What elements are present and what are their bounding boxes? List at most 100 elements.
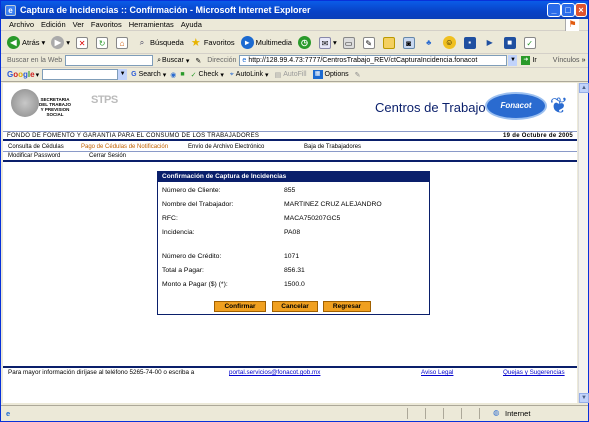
research-button[interactable]: ◙: [402, 36, 417, 49]
mexican-seal-icon: [11, 89, 39, 117]
title-bar: e Captura de Incidencias :: Confirmación…: [1, 1, 588, 19]
address-label: Dirección: [207, 57, 237, 64]
nav-cerrar-sesion[interactable]: Cerrar Sesión: [89, 152, 126, 161]
refresh-button[interactable]: ↻: [96, 36, 110, 49]
scroll-up-icon[interactable]: ▲: [579, 83, 589, 93]
menu-herramientas[interactable]: Herramientas: [129, 20, 174, 29]
menu-favoritos[interactable]: Favoritos: [91, 20, 122, 29]
search-extras-icon[interactable]: ✎: [195, 57, 201, 65]
edit-icon: ✎: [362, 36, 375, 49]
google-menu-icon[interactable]: ▾: [36, 71, 40, 79]
stop-square-icon: ■: [503, 36, 516, 49]
value-numero-cliente: 855: [284, 187, 296, 194]
multimedia-button[interactable]: ▸ Multimedia: [240, 36, 292, 49]
extra-button-2[interactable]: ▶: [484, 37, 498, 49]
go-arrow-icon: ➜: [521, 56, 531, 65]
windows-logo-icon: ⚑: [565, 19, 579, 31]
folder-button[interactable]: [382, 36, 397, 49]
label-incidencia: Incidencia:: [162, 229, 195, 236]
cancel-button[interactable]: Cancelar: [272, 301, 318, 312]
url-dropdown-icon[interactable]: ▼: [508, 55, 518, 66]
messenger-icon: ♣: [426, 37, 432, 47]
magnifier-icon: ⌕: [139, 37, 145, 47]
label-numero-cliente: Número de Cliente:: [162, 187, 221, 194]
links-button[interactable]: Vínculos: [553, 57, 580, 64]
back-button-form[interactable]: Regresar: [323, 301, 371, 312]
forward-arrow-icon: ▶: [51, 36, 65, 49]
notes-button[interactable]: ✓: [523, 36, 538, 49]
minimize-button[interactable]: _: [547, 3, 561, 17]
footer-email-link[interactable]: portal.servicios@fonacot.gob.mx: [229, 368, 320, 378]
web-search-input[interactable]: [65, 55, 154, 66]
check-note-icon: ✓: [523, 36, 536, 49]
footer-legal-link[interactable]: Aviso Legal: [421, 368, 453, 378]
extra-button-1[interactable]: ▪: [463, 36, 478, 49]
vertical-scrollbar[interactable]: ▲ ▼: [578, 83, 589, 403]
label-monto-pagar: Monto a Pagar ($) (*):: [162, 281, 228, 288]
pencil-icon[interactable]: ✎: [355, 71, 361, 79]
menu-edicion[interactable]: Edición: [41, 20, 66, 29]
refresh-icon: ↻: [96, 36, 109, 49]
autofill-button[interactable]: ▤ AutoFill: [275, 71, 307, 79]
media-icon: ▸: [240, 36, 254, 49]
home-button[interactable]: ⌂: [116, 36, 130, 49]
research-icon: ◙: [402, 36, 415, 49]
options-button[interactable]: ▦ Options: [312, 70, 349, 79]
autolink-button[interactable]: ⌖ AutoLink ▾: [230, 71, 269, 79]
history-icon: ◷: [297, 36, 311, 49]
footer-suggestions-link[interactable]: Quejas y Sugerencias: [503, 368, 565, 378]
address-bar: Buscar en la Web ⌕ Buscar ▾ ✎ Dirección eh…: [1, 54, 588, 68]
google-input-dropdown-icon[interactable]: ▼: [118, 69, 128, 80]
window-icon: ▪: [463, 36, 476, 49]
org-name: FONDO DE FOMENTO Y GARANTIA PARA EL CONS…: [7, 133, 260, 139]
search-button[interactable]: ⌕ Búsqueda: [136, 37, 184, 49]
window-title: Captura de Incidencias :: Confirmación -…: [20, 5, 311, 15]
favorites-button[interactable]: ★ Favoritos: [190, 37, 235, 49]
browser-window: e Captura de Incidencias :: Confirmación…: [0, 0, 589, 422]
menu-ayuda[interactable]: Ayuda: [181, 20, 202, 29]
security-zone: Internet: [505, 409, 531, 418]
url-input[interactable]: e http://128.99.4.73:7777/CentrosTrabajo_…: [239, 55, 508, 66]
value-rfc: MACA750207GC5: [284, 215, 341, 222]
maximize-button[interactable]: □: [561, 3, 575, 17]
messenger-button[interactable]: ♣: [423, 37, 437, 49]
history-button[interactable]: ◷: [297, 36, 313, 49]
google-search-input[interactable]: [42, 69, 119, 80]
nav-baja-trabajadores[interactable]: Baja de Trabajadores: [304, 143, 361, 152]
google-toolbar: Google ▾ ▼ G Search ▾ ◉ ■ ✓ Check ▾ ⌖ AutoLin…: [1, 68, 588, 82]
close-button[interactable]: ×: [575, 3, 587, 17]
extra-button-3[interactable]: ■: [503, 36, 518, 49]
google-logo[interactable]: Google: [7, 70, 35, 79]
current-date: 19 de Octubre de 2005: [503, 133, 573, 139]
buscar-button[interactable]: ⌕ Buscar ▾: [157, 57, 189, 65]
go-button[interactable]: ➜ Ir: [521, 56, 537, 65]
google-search-button[interactable]: G Search ▾: [131, 71, 166, 79]
nav-envio-archivo[interactable]: Envío de Archivo Electrónico: [188, 143, 264, 152]
smiley-icon: ☺: [442, 36, 456, 49]
nav-modificar-password[interactable]: Modificar Password: [8, 152, 60, 161]
google-g-icon: G: [131, 71, 137, 78]
internet-zone-icon: ◍: [493, 408, 500, 417]
nav-pago-cedulas[interactable]: Pago de Cédulas de Notificación: [81, 143, 168, 152]
stps-logo: SECRETARIA DEL TRABAJO Y PREVISION SOCIA…: [11, 89, 118, 123]
page-done-icon: e: [6, 409, 11, 418]
back-button[interactable]: ◀ Atrás ▾: [7, 36, 45, 49]
smiley-button[interactable]: ☺: [442, 36, 458, 49]
nav-consulta-cedulas[interactable]: Consulta de Cédulas: [8, 143, 64, 152]
confirm-button[interactable]: Confirmar: [214, 301, 266, 312]
menu-ver[interactable]: Ver: [73, 20, 84, 29]
print-button[interactable]: ▭: [342, 36, 357, 49]
web-search-label: Buscar en la Web: [7, 57, 63, 64]
edit-button[interactable]: ✎: [362, 36, 377, 49]
links-chevron-icon[interactable]: »: [582, 57, 586, 64]
menu-archivo[interactable]: Archivo: [9, 20, 34, 29]
scroll-down-icon[interactable]: ▼: [579, 393, 589, 403]
site-search-icon[interactable]: ◉: [170, 71, 176, 79]
check-button[interactable]: ✓ Check ▾: [191, 71, 224, 79]
mail-button[interactable]: ✉ ▾: [318, 36, 337, 49]
stop-button[interactable]: ✕: [76, 36, 90, 49]
spellcheck-icon: ✓: [190, 71, 197, 79]
star-icon: ★: [190, 36, 201, 49]
popup-blocker-icon[interactable]: ■: [180, 71, 184, 78]
forward-button[interactable]: ▶ ▾: [51, 36, 70, 49]
